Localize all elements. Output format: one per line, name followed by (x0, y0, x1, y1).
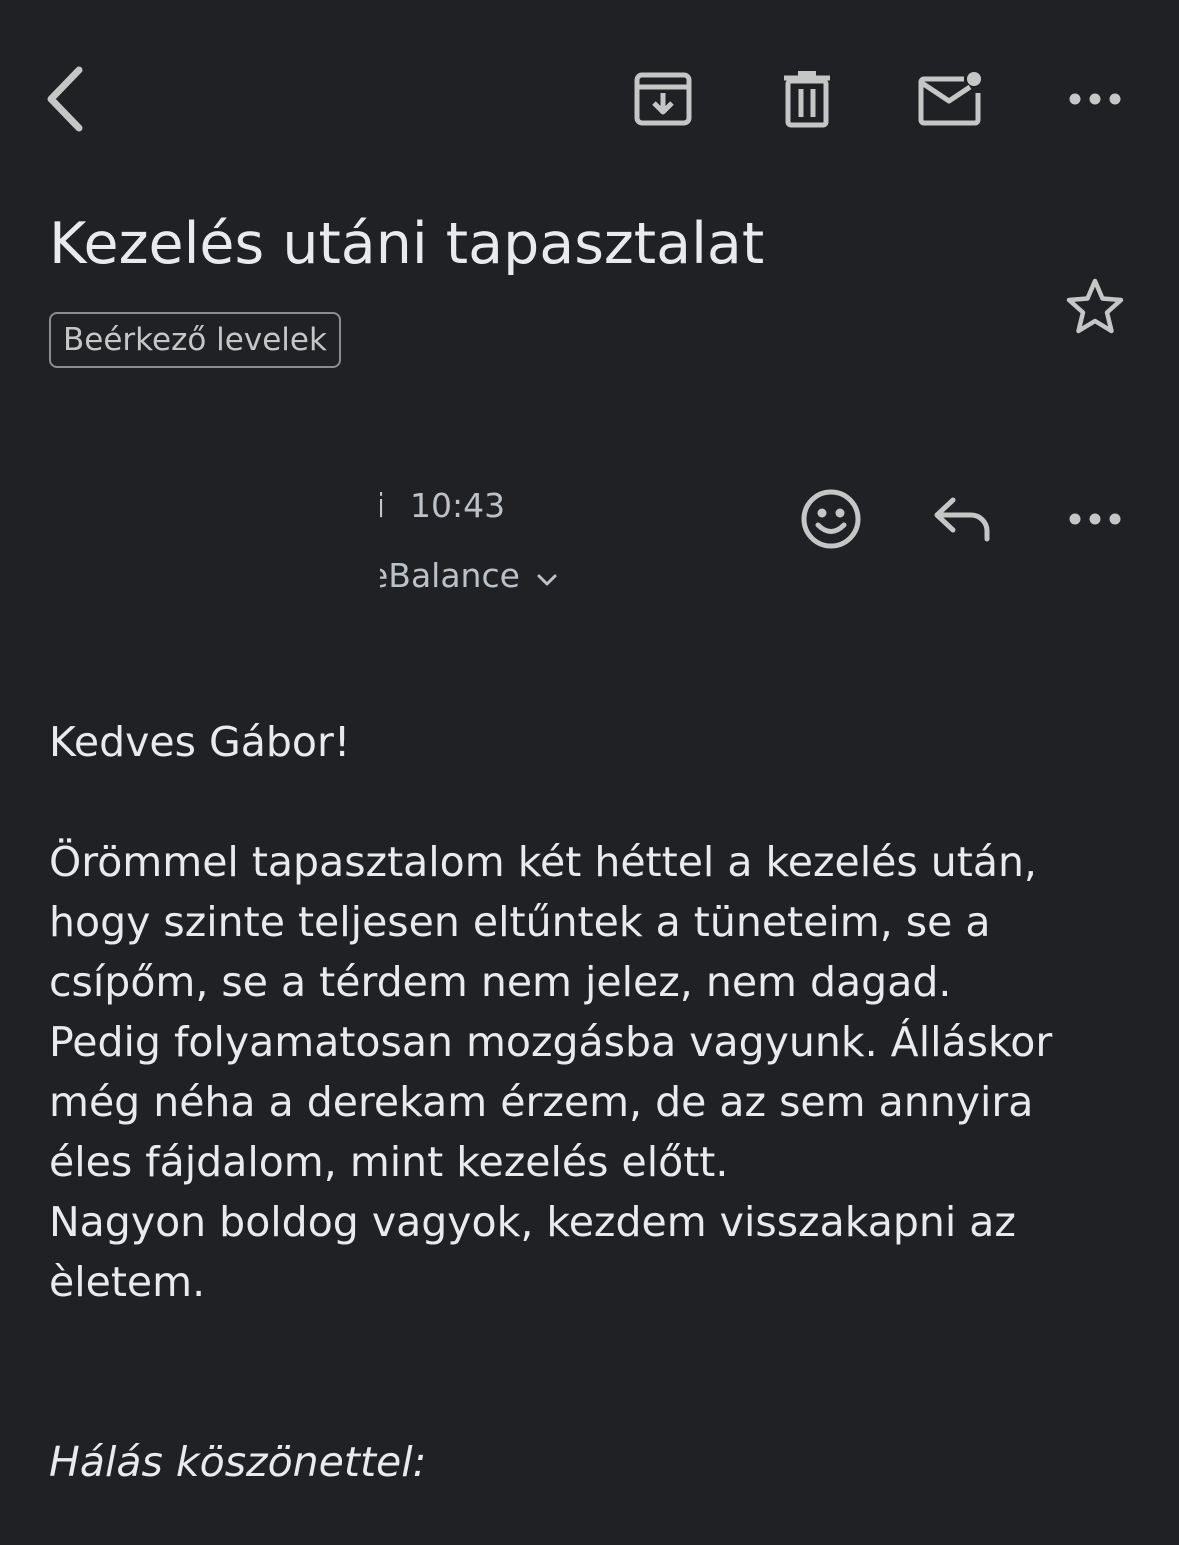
message-body-line: hogy szinte teljesen eltűntek a tüneteim… (49, 898, 991, 946)
message-more-button[interactable] (1050, 474, 1140, 564)
recipient-line[interactable]: eBalance (380, 556, 558, 595)
reply-icon (934, 497, 990, 542)
message-body-line: Örömmel tapasztalom két héttel a kezelés… (49, 838, 1037, 886)
sender-name: i (380, 486, 386, 525)
message-body-line: èletem. (49, 1258, 206, 1306)
chevron-down-icon (536, 556, 558, 595)
inbox-label-text: Beérkező levelek (63, 322, 327, 358)
top-toolbar (0, 0, 1179, 200)
message-time: 10:43 (410, 486, 506, 525)
recipient-name: eBalance (380, 556, 520, 595)
star-outline-icon (1066, 278, 1124, 334)
message-body-line: éles fájdalom, mint kezelés előtt. (49, 1138, 729, 1186)
mark-unread-button[interactable] (906, 54, 996, 144)
message-body-line: Nagyon boldog vagyok, kezdem visszakapni… (49, 1198, 1016, 1246)
message-body-line: Pedig folyamatosan mozgásba vagyunk. Áll… (49, 1018, 1053, 1066)
delete-button[interactable] (762, 54, 852, 144)
sender-details[interactable]: i 10:43 eBalance (380, 480, 680, 610)
more-horizontal-icon (1069, 93, 1121, 105)
trash-icon (784, 71, 830, 128)
star-button[interactable] (1052, 264, 1138, 350)
email-subject: Kezelés utáni tapasztalat (49, 211, 765, 277)
archive-icon (634, 72, 692, 126)
emoji-smile-icon (801, 489, 861, 549)
add-reaction-button[interactable] (786, 474, 876, 564)
message-greeting: Kedves Gábor! (49, 718, 351, 766)
message-body-line: még néha a derekam érzem, de az sem anny… (49, 1078, 1034, 1126)
reply-button[interactable] (918, 474, 1008, 564)
archive-button[interactable] (618, 54, 708, 144)
mail-unread-icon (918, 72, 981, 126)
message-sign-off: Hálás köszönettel: (49, 1438, 427, 1486)
more-horizontal-icon (1069, 513, 1121, 525)
message-body-line: csípőm, se a térdem nem jelez, nem dagad… (49, 958, 952, 1006)
back-button[interactable] (21, 54, 111, 144)
inbox-label-chip[interactable]: Beérkező levelek (49, 312, 341, 368)
chevron-left-icon (47, 66, 83, 132)
more-options-button[interactable] (1050, 54, 1140, 144)
